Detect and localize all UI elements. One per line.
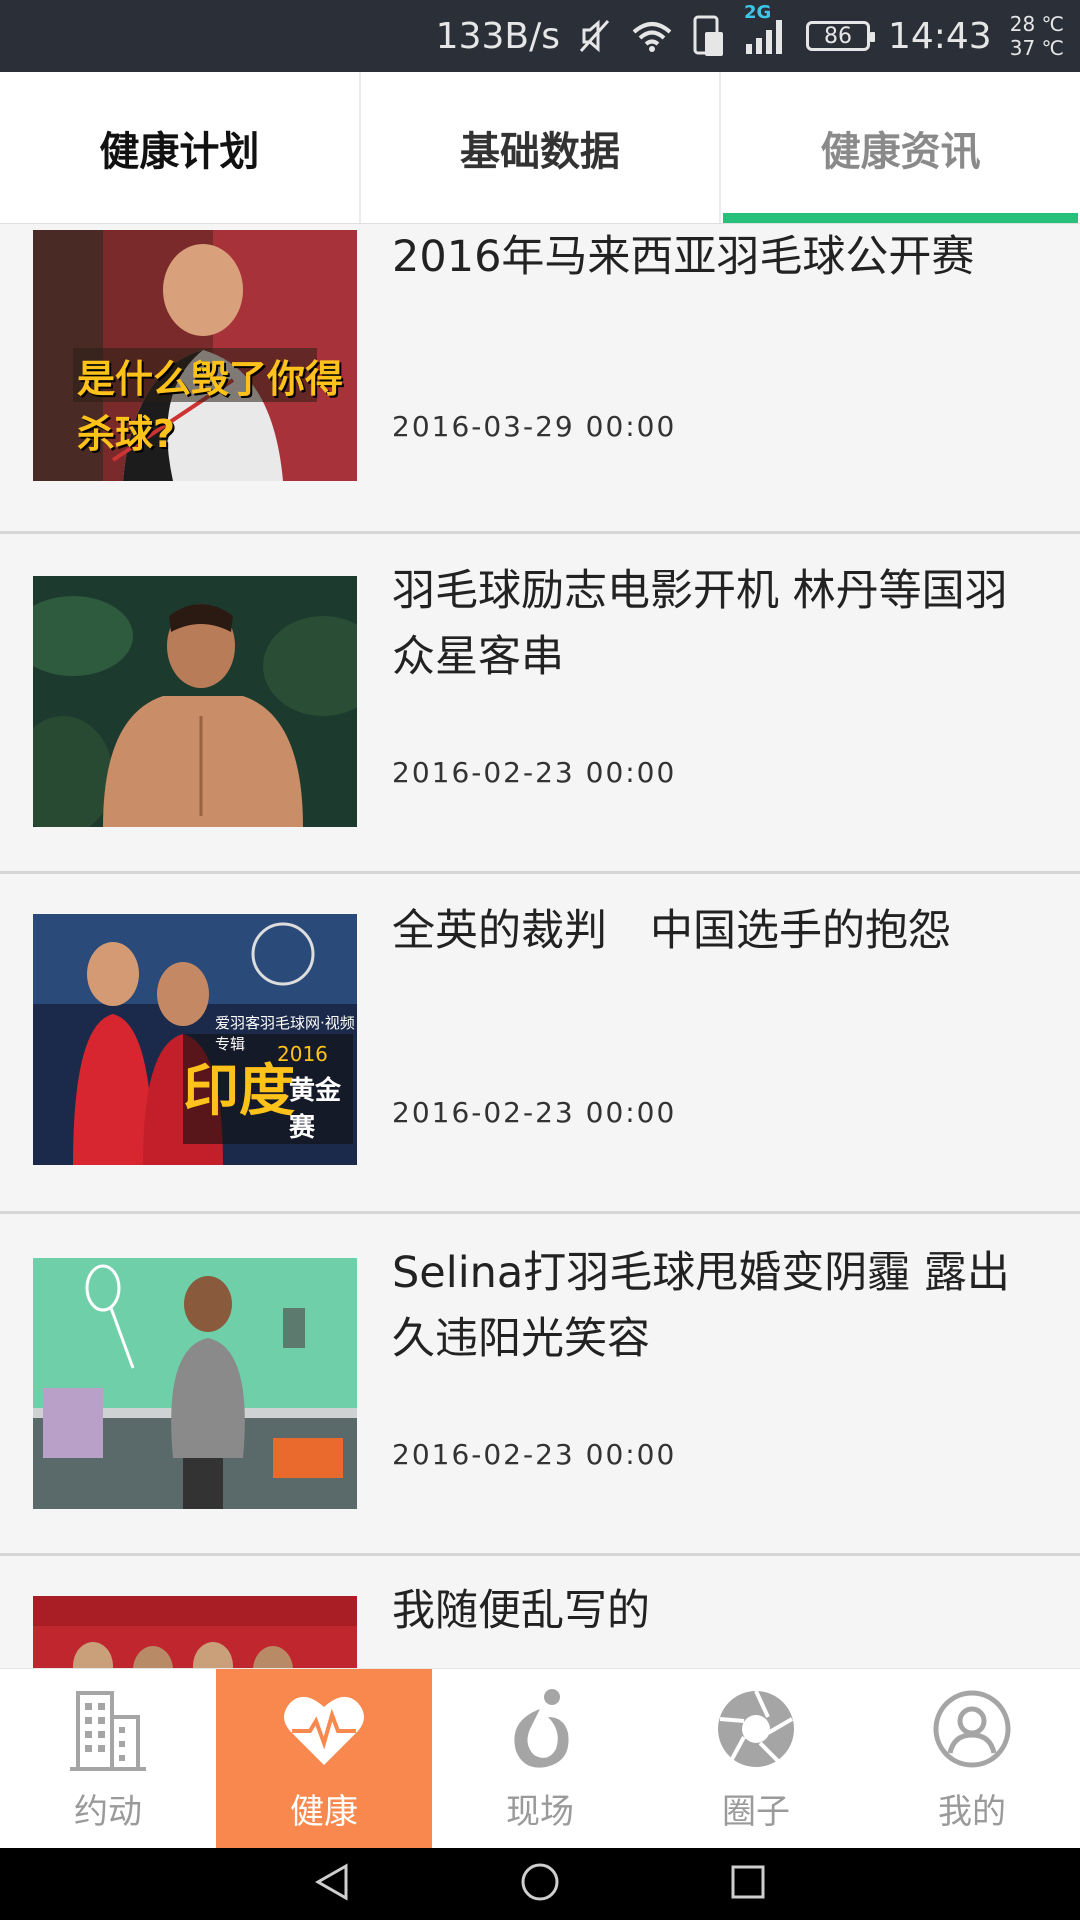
nav-label: 约动 <box>74 1792 142 1832</box>
list-item[interactable]: 是什么毁了你得杀球? 2016年马来西亚羽毛球公开赛 2016-03-29 00… <box>0 224 1080 534</box>
status-bar: 133B/s 2G 86 14:43 28 ℃ 37 ℃ <box>0 0 1080 72</box>
news-thumbnail: 爱羽客羽毛球网·视频专辑 印度 2016 黄金赛 <box>33 914 357 1165</box>
news-title: 羽毛球励志电影开机 林丹等国羽众星客串 <box>392 566 1008 682</box>
news-date: 2016-02-23 00:00 <box>392 756 677 789</box>
tab-health-plan[interactable]: 健康计划 <box>0 72 361 223</box>
list-item[interactable]: 我随便乱写的 <box>0 1556 1080 1668</box>
user-icon <box>927 1684 1017 1774</box>
tab-basic-data[interactable]: 基础数据 <box>361 72 722 223</box>
news-list: 是什么毁了你得杀球? 2016年马来西亚羽毛球公开赛 2016-03-29 00… <box>0 224 1080 1668</box>
runner-icon <box>495 1684 585 1774</box>
news-date: 2016-02-23 00:00 <box>392 1096 677 1129</box>
temp-high: 28 ℃ <box>1009 12 1064 36</box>
nav-health[interactable]: 健康 <box>216 1669 432 1848</box>
signal-icon: 2G <box>744 2 788 56</box>
wifi-icon <box>630 18 674 54</box>
top-tab-bar: 健康计划 基础数据 健康资讯 <box>0 72 1080 224</box>
news-date: 2016-03-29 00:00 <box>392 410 677 443</box>
nav-label: 我的 <box>938 1792 1006 1832</box>
bottom-navigation: 约动 健康 现场 圈子 我的 <box>0 1668 1080 1848</box>
news-thumbnail <box>33 1596 357 1668</box>
clock: 14:43 <box>887 15 992 57</box>
nav-yuedong[interactable]: 约动 <box>0 1669 216 1848</box>
news-title: 2016年马来西亚羽毛球公开赛 <box>392 232 975 282</box>
heart-pulse-icon <box>279 1684 369 1774</box>
list-item[interactable]: 羽毛球励志电影开机 林丹等国羽众星客串 2016-02-23 00:00 <box>0 534 1080 874</box>
aperture-icon <box>711 1684 801 1774</box>
thumbnail-year: 2016 <box>277 1042 328 1066</box>
back-icon[interactable] <box>314 1862 350 1906</box>
sim-icon <box>692 14 726 58</box>
temperature: 28 ℃ 37 ℃ <box>1010 12 1064 60</box>
nav-mine[interactable]: 我的 <box>864 1669 1080 1848</box>
news-title: 全英的裁判 中国选手的抱怨 <box>392 906 951 956</box>
list-item[interactable]: Selina打羽毛球甩婚变阴霾 露出久违阳光笑容 2016-02-23 00:0… <box>0 1216 1080 1556</box>
nav-label: 现场 <box>506 1792 574 1832</box>
nav-live[interactable]: 现场 <box>432 1669 648 1848</box>
news-date: 2016-02-23 00:00 <box>392 1438 677 1471</box>
system-navigation-bar <box>0 1848 1080 1920</box>
building-icon <box>63 1684 153 1774</box>
mute-icon <box>578 18 612 54</box>
list-item[interactable]: 爱羽客羽毛球网·视频专辑 印度 2016 黄金赛 全英的裁判 中国选手的抱怨 2… <box>0 874 1080 1214</box>
tab-label: 健康资讯 <box>820 128 981 175</box>
news-thumbnail <box>33 576 357 827</box>
network-speed: 133B/s <box>435 15 560 57</box>
news-thumbnail: 是什么毁了你得杀球? <box>33 230 357 481</box>
thumbnail-subcaption: 黄金赛 <box>289 1076 342 1143</box>
network-type: 2G <box>743 2 772 23</box>
home-icon[interactable] <box>520 1862 560 1906</box>
tab-health-news[interactable]: 健康资讯 <box>721 72 1080 223</box>
recents-icon[interactable] <box>730 1864 766 1904</box>
news-thumbnail <box>33 1258 357 1509</box>
temp-low: 37 ℃ <box>1009 36 1064 60</box>
tab-label: 健康计划 <box>99 128 260 175</box>
nav-label: 圈子 <box>722 1792 790 1832</box>
news-title: Selina打羽毛球甩婚变阴霾 露出久违阳光笑容 <box>392 1248 1010 1364</box>
battery-indicator: 86 <box>805 21 875 51</box>
news-title: 我随便乱写的 <box>392 1586 650 1636</box>
nav-circle[interactable]: 圈子 <box>648 1669 864 1848</box>
tab-label: 基础数据 <box>460 128 620 175</box>
thumbnail-caption: 是什么毁了你得杀球? <box>77 357 344 456</box>
nav-label: 健康 <box>290 1792 358 1832</box>
